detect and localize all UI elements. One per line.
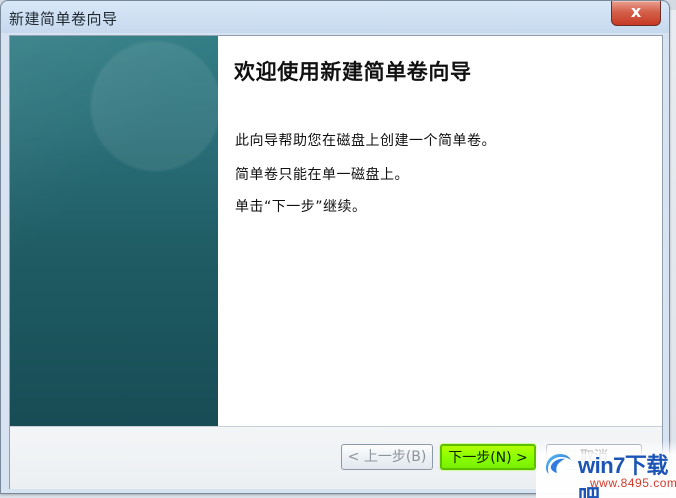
- screen: 新建简单卷向导 x 欢迎使用新建简单卷向导 此向导帮助您在磁盘上创建一个简单卷。…: [0, 0, 676, 498]
- watermark-logo-icon: [546, 454, 571, 474]
- description-line-3: 单击“下一步”继续。: [235, 199, 367, 215]
- titlebar: 新建简单卷向导 x: [1, 1, 669, 35]
- wizard-window: 新建简单卷向导 x 欢迎使用新建简单卷向导 此向导帮助您在磁盘上创建一个简单卷。…: [0, 0, 670, 494]
- left-banner-panel: [10, 36, 218, 426]
- window-title: 新建简单卷向导: [9, 10, 118, 28]
- watermark: win7下载吧 www.8495.com: [536, 440, 676, 498]
- close-button[interactable]: x: [611, 1, 661, 26]
- content-panel: 欢迎使用新建简单卷向导 此向导帮助您在磁盘上创建一个简单卷。 简单卷只能在单一磁…: [218, 36, 662, 426]
- description-line-1: 此向导帮助您在磁盘上创建一个简单卷。: [235, 133, 496, 149]
- description-line-2: 简单卷只能在单一磁盘上。: [235, 167, 409, 183]
- watermark-text: win7下载吧: [578, 453, 668, 498]
- close-icon: x: [630, 2, 642, 21]
- wizard-client: 欢迎使用新建简单卷向导 此向导帮助您在磁盘上创建一个简单卷。 简单卷只能在单一磁…: [9, 35, 663, 489]
- next-button[interactable]: 下一步(N) >: [440, 444, 536, 470]
- back-button[interactable]: < 上一步(B): [341, 444, 433, 470]
- page-title: 欢迎使用新建简单卷向导: [234, 60, 472, 84]
- watermark-url: www.8495.com: [590, 476, 676, 490]
